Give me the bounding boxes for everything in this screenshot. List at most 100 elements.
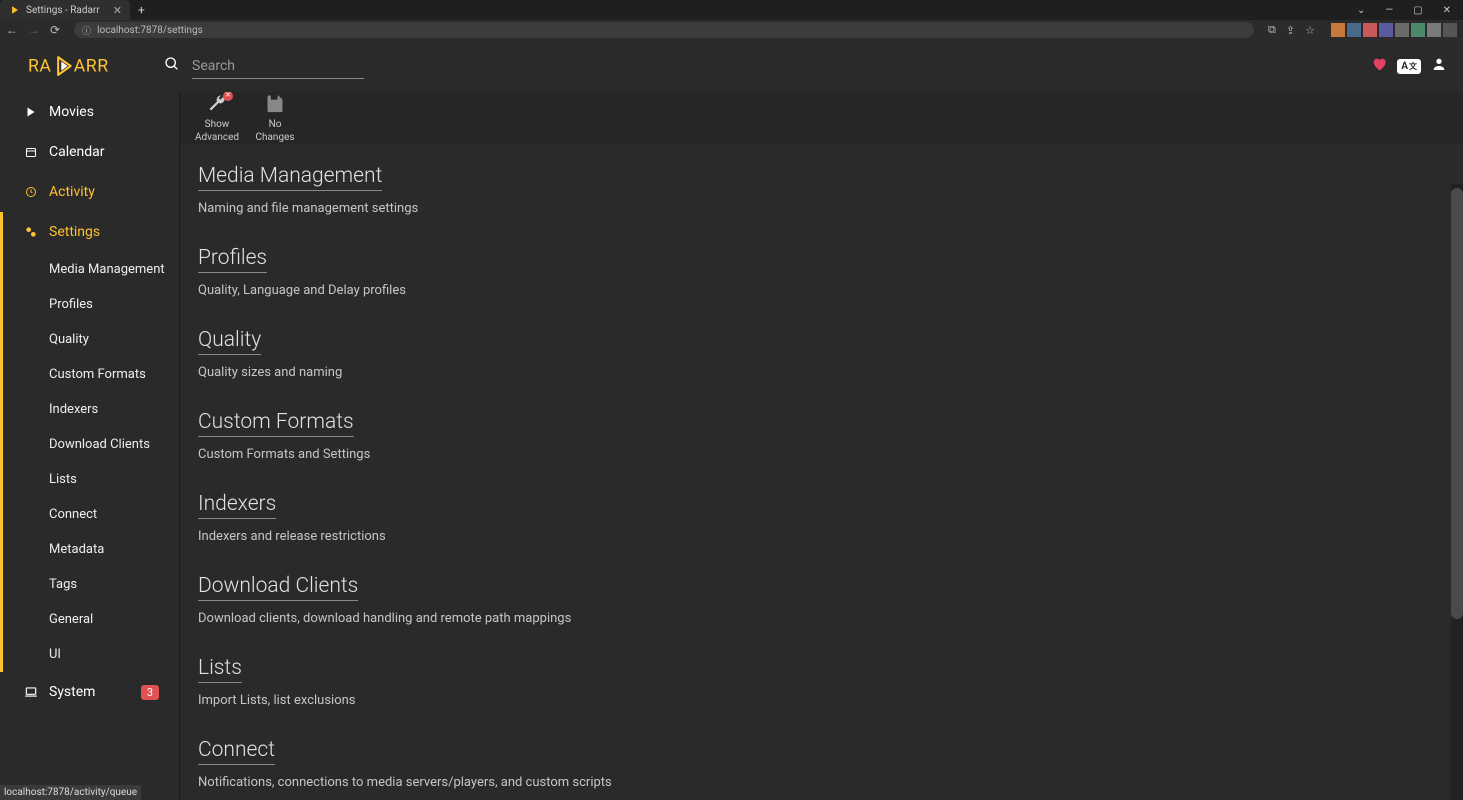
- sidebar-item-label: Activity: [49, 184, 95, 200]
- section-quality: Quality Quality sizes and naming: [198, 328, 1445, 380]
- section-title[interactable]: Indexers: [198, 492, 276, 519]
- section-title[interactable]: Custom Formats: [198, 410, 354, 437]
- url-text: localhost:7878/settings: [97, 25, 203, 36]
- url-action-icons: ⧉ ⇪ ☆: [1268, 23, 1457, 37]
- radarr-favicon-icon: [10, 5, 20, 15]
- minimize-icon[interactable]: ―: [1379, 5, 1399, 16]
- search-icon[interactable]: [164, 56, 180, 76]
- back-icon[interactable]: ←: [6, 23, 18, 37]
- main-layout: Movies Calendar Activity Settings Media …: [0, 92, 1463, 800]
- sidebar-sub-label: Metadata: [49, 542, 104, 557]
- section-title[interactable]: Quality: [198, 328, 261, 355]
- sidebar-item-movies[interactable]: Movies: [0, 92, 179, 132]
- sidebar-sub-tags[interactable]: Tags: [0, 567, 179, 602]
- sidebar-sub-profiles[interactable]: Profiles: [0, 287, 179, 322]
- sidebar-sub-label: Tags: [49, 577, 77, 592]
- section-desc: Naming and file management settings: [198, 201, 1445, 216]
- show-advanced-button[interactable]: ✕ Show Advanced: [192, 93, 242, 144]
- profile-chip[interactable]: [1395, 23, 1409, 37]
- system-badge: 3: [141, 685, 159, 700]
- profile-chip[interactable]: [1363, 23, 1377, 37]
- close-window-icon[interactable]: ✕: [1437, 5, 1457, 16]
- section-desc: Notifications, connections to media serv…: [198, 775, 1445, 790]
- profile-chip[interactable]: [1411, 23, 1425, 37]
- scrollbar-track[interactable]: [1451, 184, 1463, 800]
- tab-close-icon[interactable]: ✕: [113, 4, 122, 17]
- sidebar-item-activity[interactable]: Activity: [0, 172, 179, 212]
- profile-chip[interactable]: [1347, 23, 1361, 37]
- sidebar-item-calendar[interactable]: Calendar: [0, 132, 179, 172]
- gears-icon: [24, 225, 38, 239]
- window-titlebar: Settings - Radarr ✕ + ⌄ ― ▢ ✕: [0, 0, 1463, 20]
- section-title[interactable]: Media Management: [198, 164, 382, 191]
- tab-strip: Settings - Radarr ✕ +: [0, 0, 153, 20]
- content-wrap: ✕ Show Advanced No Changes Media Managem…: [180, 92, 1463, 800]
- sidebar-sub-general[interactable]: General: [0, 602, 179, 637]
- tab-title: Settings - Radarr: [26, 5, 100, 16]
- settings-toolbar: ✕ Show Advanced No Changes: [180, 92, 1463, 144]
- zoom-icon[interactable]: ⧉: [1268, 23, 1276, 37]
- section-desc: Custom Formats and Settings: [198, 447, 1445, 462]
- svg-text:ARR: ARR: [74, 57, 109, 77]
- profile-chips: [1331, 23, 1457, 37]
- forward-icon[interactable]: →: [28, 23, 40, 37]
- section-indexers: Indexers Indexers and release restrictio…: [198, 492, 1445, 544]
- save-changes-button[interactable]: No Changes: [250, 93, 300, 144]
- section-desc: Quality sizes and naming: [198, 365, 1445, 380]
- sidebar-sub-indexers[interactable]: Indexers: [0, 392, 179, 427]
- reload-icon[interactable]: ⟳: [50, 23, 60, 37]
- calendar-icon: [24, 145, 38, 159]
- new-tab-button[interactable]: +: [130, 3, 153, 17]
- translate-icon[interactable]: A文: [1397, 59, 1421, 74]
- site-info-icon[interactable]: ⓘ: [82, 24, 91, 37]
- clock-icon: [24, 185, 38, 199]
- profile-chip[interactable]: [1427, 23, 1441, 37]
- sidebar-sub-download-clients[interactable]: Download Clients: [0, 427, 179, 462]
- sidebar: Movies Calendar Activity Settings Media …: [0, 92, 180, 800]
- settings-content: Media Management Naming and file managem…: [180, 144, 1463, 800]
- status-text: localhost:7878/activity/queue: [4, 787, 137, 798]
- section-title[interactable]: Download Clients: [198, 574, 358, 601]
- sidebar-sub-label: General: [49, 612, 93, 627]
- section-desc: Import Lists, list exclusions: [198, 693, 1445, 708]
- sidebar-sub-ui[interactable]: UI: [0, 637, 179, 672]
- sidebar-sub-custom-formats[interactable]: Custom Formats: [0, 357, 179, 392]
- profile-chip[interactable]: [1331, 23, 1345, 37]
- sidebar-item-label: System: [49, 684, 95, 700]
- user-icon[interactable]: [1431, 56, 1447, 76]
- bookmark-icon[interactable]: ☆: [1305, 24, 1315, 37]
- section-desc: Download clients, download handling and …: [198, 611, 1445, 626]
- address-bar[interactable]: ⓘ localhost:7878/settings: [74, 22, 1254, 38]
- section-desc: Indexers and release restrictions: [198, 529, 1445, 544]
- share-icon[interactable]: ⇪: [1286, 24, 1295, 37]
- tool-label: Changes: [255, 132, 294, 143]
- search-input[interactable]: [192, 54, 364, 79]
- browser-tab-active[interactable]: Settings - Radarr ✕: [0, 0, 130, 20]
- chevron-down-icon[interactable]: ⌄: [1351, 5, 1371, 16]
- sidebar-item-system[interactable]: System 3: [0, 672, 179, 712]
- sidebar-sub-connect[interactable]: Connect: [0, 497, 179, 532]
- section-profiles: Profiles Quality, Language and Delay pro…: [198, 246, 1445, 298]
- section-title[interactable]: Profiles: [198, 246, 267, 273]
- profile-chip[interactable]: [1443, 23, 1457, 37]
- sidebar-sub-metadata[interactable]: Metadata: [0, 532, 179, 567]
- sidebar-sub-quality[interactable]: Quality: [0, 322, 179, 357]
- maximize-icon[interactable]: ▢: [1407, 5, 1428, 16]
- sidebar-sub-label: Download Clients: [49, 437, 150, 452]
- section-desc: Quality, Language and Delay profiles: [198, 283, 1445, 298]
- section-media-management: Media Management Naming and file managem…: [198, 164, 1445, 216]
- section-connect: Connect Notifications, connections to me…: [198, 738, 1445, 790]
- radarr-logo[interactable]: RA ARR: [28, 49, 132, 83]
- play-icon: [24, 105, 38, 119]
- app-header: RA ARR A文: [0, 40, 1463, 92]
- profile-chip[interactable]: [1379, 23, 1393, 37]
- scrollbar-thumb[interactable]: [1451, 188, 1463, 619]
- donate-heart-icon[interactable]: [1371, 56, 1387, 76]
- window-controls: ⌄ ― ▢ ✕: [1351, 5, 1463, 16]
- section-title[interactable]: Connect: [198, 738, 275, 765]
- section-title[interactable]: Lists: [198, 656, 242, 683]
- header-right: A文: [1371, 56, 1447, 76]
- sidebar-sub-lists[interactable]: Lists: [0, 462, 179, 497]
- sidebar-sub-media-management[interactable]: Media Management: [0, 252, 179, 287]
- sidebar-item-settings[interactable]: Settings: [0, 212, 179, 252]
